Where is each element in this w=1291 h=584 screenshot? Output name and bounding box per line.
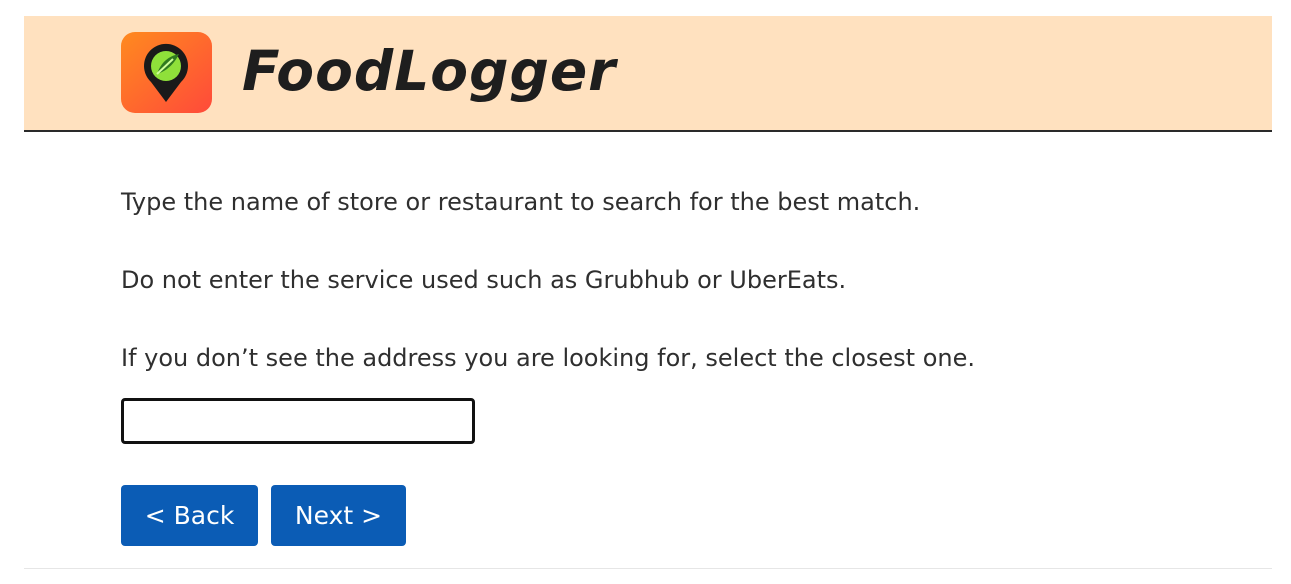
map-pin-leaf-icon	[121, 32, 212, 113]
store-search-input[interactable]	[121, 398, 475, 444]
instruction-address: If you don’t see the address you are loo…	[121, 344, 975, 372]
back-button[interactable]: < Back	[121, 485, 258, 546]
app-header: FoodLogger	[24, 16, 1272, 132]
page-frame: FoodLogger Type the name of store or res…	[24, 16, 1272, 569]
instruction-service: Do not enter the service used such as Gr…	[121, 266, 847, 294]
next-button[interactable]: Next >	[271, 485, 406, 546]
app-title: FoodLogger	[242, 39, 617, 103]
instruction-search: Type the name of store or restaurant to …	[121, 188, 921, 216]
